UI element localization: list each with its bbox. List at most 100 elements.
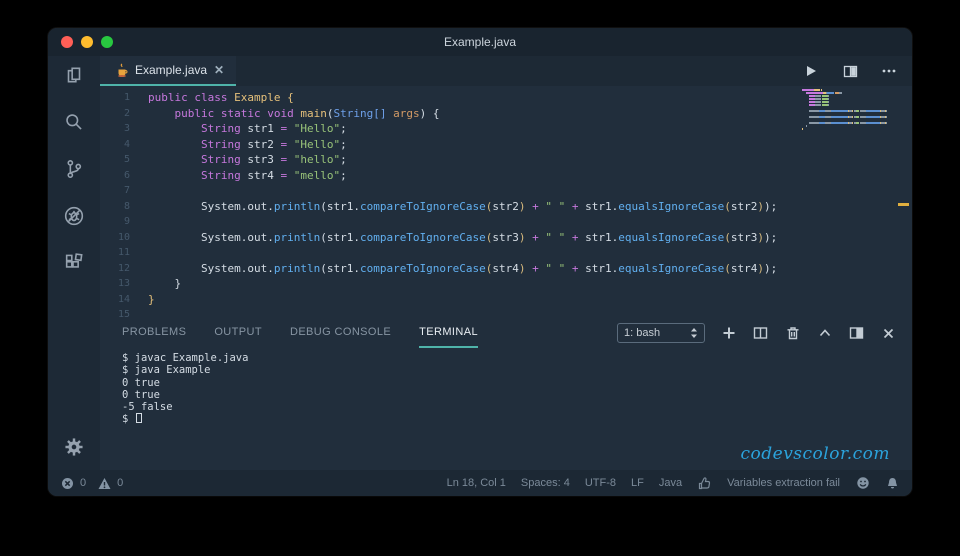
status-item-lf[interactable]: LF <box>631 477 644 489</box>
debug-icon[interactable] <box>61 203 87 229</box>
terminal-line: 0 true <box>122 376 160 389</box>
panel-tab-problems[interactable]: PROBLEMS <box>122 318 186 348</box>
code-text: System.out.println(str1.compareToIgnoreC… <box>148 261 778 275</box>
tab-label: Example.java <box>135 63 208 77</box>
vscode-window: Example.java Example.java ✕ 1 public cla… <box>48 28 912 496</box>
title-bar: Example.java <box>48 28 912 56</box>
line-number: 15 <box>117 309 130 318</box>
panel-tab-terminal[interactable]: TERMINAL <box>419 318 478 348</box>
code-line[interactable]: 2 public static void main(String[] args)… <box>100 106 912 122</box>
code-line[interactable]: 9 <box>100 214 912 230</box>
panel-tab-output[interactable]: OUTPUT <box>214 318 262 348</box>
line-number: 8 <box>123 200 130 212</box>
bell-icon[interactable] <box>885 476 900 491</box>
traffic-lights <box>61 36 113 48</box>
source-control-icon[interactable] <box>61 156 87 182</box>
code-line[interactable]: 12 System.out.println(str1.compareToIgno… <box>100 261 912 277</box>
tab-bar: Example.java ✕ <box>100 56 912 86</box>
line-number: 9 <box>123 216 130 227</box>
split-editor-icon[interactable] <box>841 62 859 80</box>
line-number: 10 <box>117 231 130 243</box>
terminal-output[interactable]: $ javac Example.java $ java Example 0 true… <box>100 348 912 426</box>
status-message[interactable]: Variables extraction fail <box>727 477 840 489</box>
code-text: } <box>148 292 155 306</box>
status-bar: 0 0 Ln 18, Col 1 Spaces: 4 UTF-8 LF Java Var… <box>48 470 912 496</box>
line-number: 6 <box>123 169 130 181</box>
activity-bar <box>48 56 100 470</box>
code-text: System.out.println(str1.compareToIgnoreC… <box>148 199 778 213</box>
terminal-line: $ <box>122 413 912 425</box>
new-terminal-icon[interactable] <box>720 325 737 342</box>
bottom-panel: PROBLEMS OUTPUT DEBUG CONSOLE TERMINAL 1: b… <box>100 318 912 470</box>
watermark: codevscolor.com <box>740 444 890 464</box>
more-actions-icon[interactable] <box>880 62 898 80</box>
code-editor[interactable]: 1 public class Example { 2 public static v… <box>100 86 912 318</box>
tab-close-icon[interactable]: ✕ <box>214 63 224 77</box>
status-item-ln-18-col-1[interactable]: Ln 18, Col 1 <box>447 477 506 489</box>
terminal-line: -5 false <box>122 401 173 414</box>
line-number: 4 <box>123 138 130 150</box>
line-number: 7 <box>123 185 130 196</box>
code-text: public static void main(String[] args) { <box>174 106 440 120</box>
code-line[interactable]: 3 String str1 = "Hello"; <box>100 121 912 137</box>
chevron-up-icon[interactable] <box>816 325 833 342</box>
shell-select-value: 1: bash <box>624 327 661 339</box>
code-line[interactable]: 15 <box>100 307 912 318</box>
split-terminal-icon[interactable] <box>752 325 769 342</box>
status-item-spaces-4[interactable]: Spaces: 4 <box>521 477 570 489</box>
code-line[interactable]: 7 <box>100 183 912 199</box>
java-file-icon <box>118 63 128 77</box>
maximize-panel-icon[interactable] <box>848 325 865 342</box>
close-window-button[interactable] <box>61 36 73 48</box>
code-line[interactable]: 11 <box>100 245 912 261</box>
code-line[interactable]: 10 System.out.println(str1.compareToIgno… <box>100 230 912 246</box>
line-number: 5 <box>123 154 130 165</box>
code-line[interactable]: 13 } <box>100 276 912 292</box>
status-items: Ln 18, Col 1 Spaces: 4 UTF-8 LF Java <box>447 477 683 489</box>
warning-count: 0 <box>117 477 124 489</box>
terminal-cursor <box>135 413 142 424</box>
gear-icon[interactable] <box>61 434 87 460</box>
code-line[interactable]: 4 String str2 = "Hello"; <box>100 137 912 153</box>
panel-tab-debug-console[interactable]: DEBUG CONSOLE <box>290 318 391 348</box>
zoom-window-button[interactable] <box>101 36 113 48</box>
code-text: } <box>148 277 182 290</box>
error-count: 0 <box>80 477 87 489</box>
terminal-shell-select[interactable]: 1: bash <box>617 323 705 343</box>
smiley-icon[interactable] <box>855 476 870 491</box>
code-text: public class Example { <box>148 91 294 104</box>
code-text: System.out.println(str1.compareToIgnoreC… <box>148 230 778 244</box>
panel-tabs: PROBLEMS OUTPUT DEBUG CONSOLE TERMINAL <box>122 318 478 348</box>
search-icon[interactable] <box>61 109 87 135</box>
select-arrows-icon <box>691 328 697 338</box>
code-line[interactable]: 6 String str4 = "mello"; <box>100 168 912 184</box>
line-number: 12 <box>117 262 130 274</box>
status-item-java[interactable]: Java <box>659 477 682 489</box>
status-item-utf-8[interactable]: UTF-8 <box>585 477 616 489</box>
line-number: 14 <box>117 293 130 305</box>
line-number: 13 <box>117 278 130 289</box>
explorer-icon[interactable] <box>61 62 87 88</box>
overview-ruler-marker <box>898 203 909 206</box>
warning-icon <box>97 476 112 491</box>
line-number: 2 <box>123 107 130 119</box>
code-line[interactable]: 1 public class Example { <box>100 90 912 106</box>
problems-summary[interactable]: 0 0 <box>60 476 123 491</box>
code-line[interactable]: 8 System.out.println(str1.compareToIgnor… <box>100 199 912 215</box>
line-number: 1 <box>123 92 130 103</box>
trash-icon[interactable] <box>784 325 801 342</box>
terminal-line: 0 true <box>122 388 160 401</box>
tab-example-java[interactable]: Example.java ✕ <box>100 56 237 86</box>
run-icon[interactable] <box>802 62 820 80</box>
code-text: String str4 = "mello"; <box>200 168 347 182</box>
close-panel-icon[interactable] <box>880 325 897 342</box>
code-text: String str1 = "Hello"; <box>200 122 347 135</box>
minimap[interactable] <box>802 89 892 134</box>
minimize-window-button[interactable] <box>81 36 93 48</box>
code-line[interactable]: 14} <box>100 292 912 308</box>
extensions-icon[interactable] <box>61 250 87 276</box>
line-number: 11 <box>117 247 130 258</box>
code-line[interactable]: 5 String str3 = "hello"; <box>100 152 912 168</box>
thumbs-up-icon[interactable] <box>697 476 712 491</box>
code-lines: 1 public class Example { 2 public static v… <box>100 90 912 318</box>
